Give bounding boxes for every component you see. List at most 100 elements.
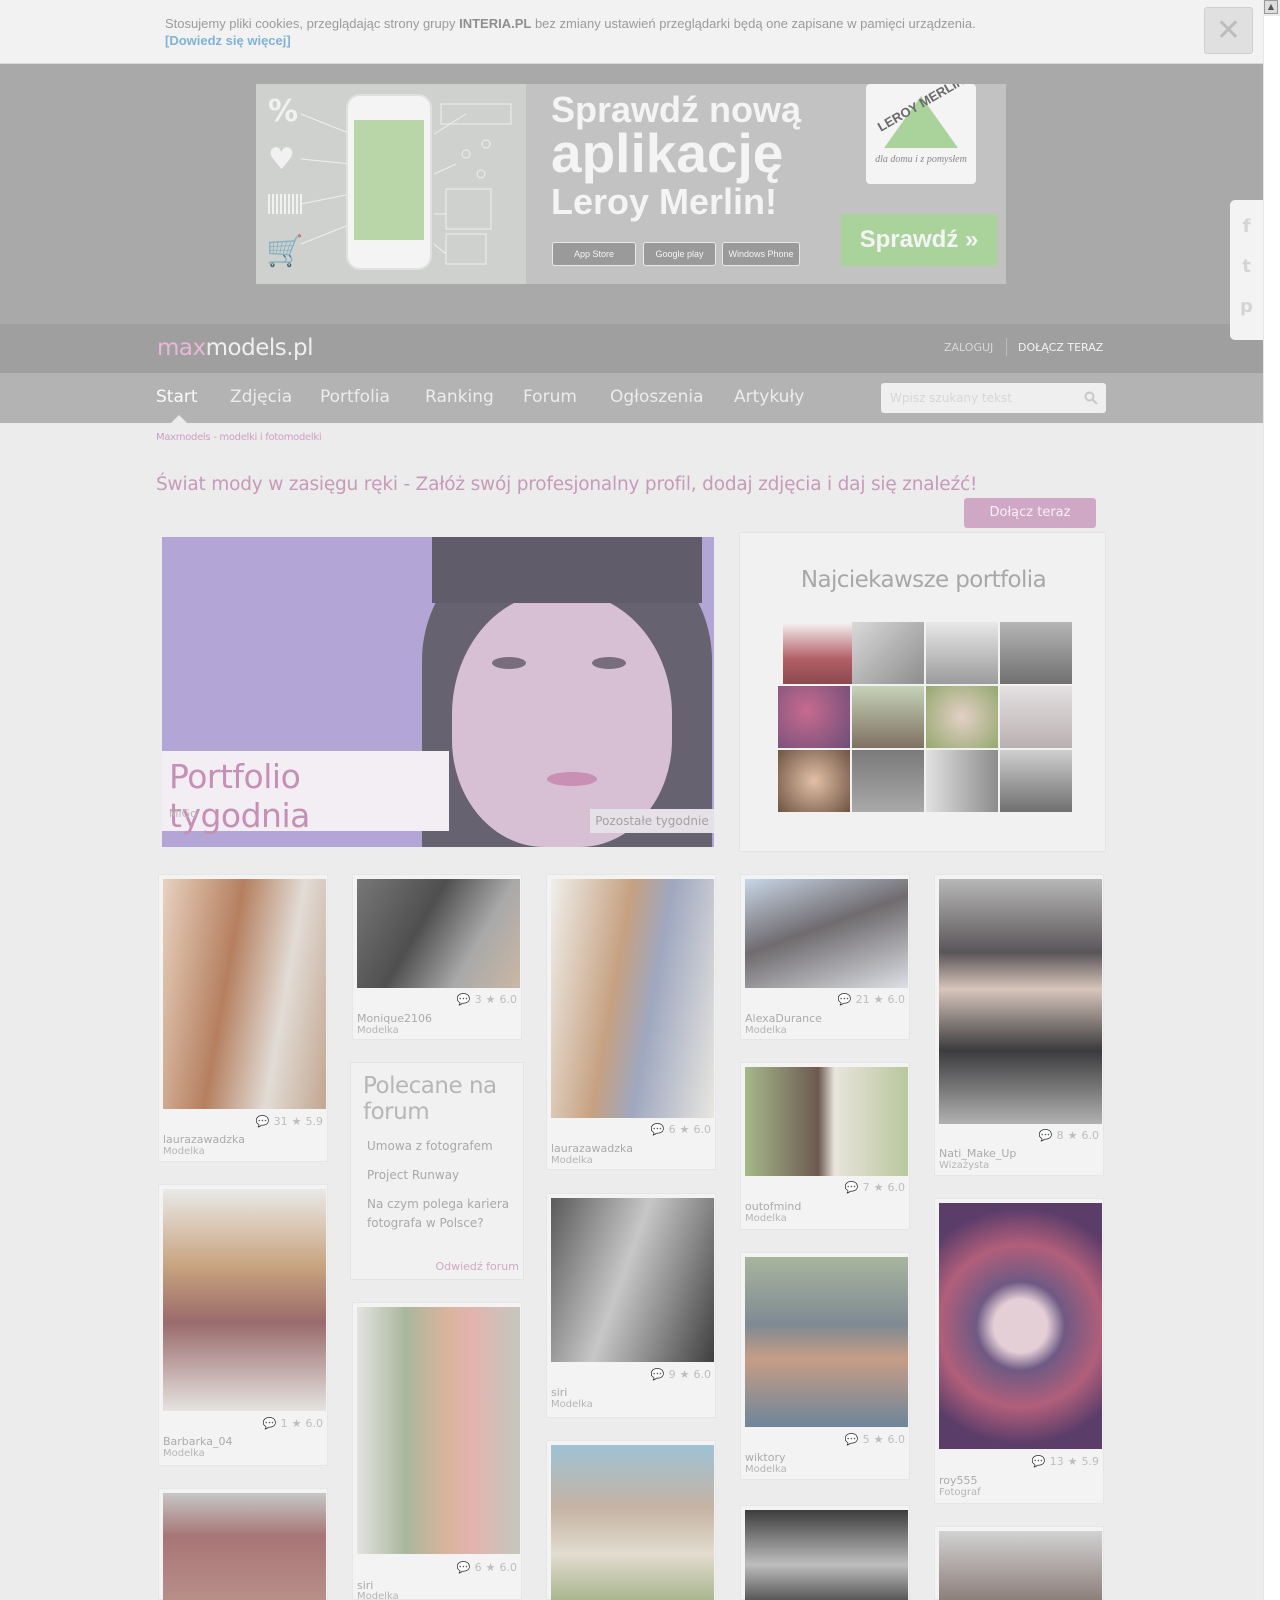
comment-count: 13: [1049, 1455, 1064, 1468]
photo-thumbnail[interactable]: [745, 1067, 908, 1176]
card-role: Modelka: [745, 1213, 787, 1224]
phone-illustration: [346, 94, 432, 270]
nav-item-portfolia[interactable]: Portfolia: [320, 387, 390, 407]
portfolio-thumbnail[interactable]: [926, 686, 998, 748]
card-author[interactable]: AlexaDurance: [745, 1012, 822, 1025]
photo-thumbnail[interactable]: [551, 1445, 714, 1600]
photo-thumbnail[interactable]: [357, 879, 520, 988]
comment-count: 7: [862, 1181, 870, 1194]
comment-count: 31: [273, 1115, 288, 1128]
photo-card[interactable]: 💬 6 ★ 6.0 siri Modelka: [352, 1302, 522, 1600]
photo-thumbnail[interactable]: [357, 1307, 520, 1554]
photo-thumbnail[interactable]: [745, 879, 908, 988]
photo-card[interactable]: 💬 3 ★ 6.0 Monique2106 Modelka: [352, 874, 522, 1040]
other-weeks-button[interactable]: Pozostałe tygodnie: [590, 809, 714, 833]
photo-card[interactable]: 💬 6 ★ 6.0 laurazawadzka Modelka: [546, 874, 716, 1170]
card-author[interactable]: roy555: [939, 1474, 978, 1487]
photo-thumbnail[interactable]: [745, 1510, 908, 1600]
portfolio-thumbnail[interactable]: [926, 622, 998, 684]
photo-thumbnail[interactable]: [939, 879, 1102, 1124]
card-author[interactable]: Monique2106: [357, 1012, 432, 1025]
photo-thumbnail[interactable]: [551, 1198, 714, 1362]
visit-forum-link[interactable]: Odwiedź forum: [435, 1260, 519, 1273]
portfolio-thumbnail[interactable]: [852, 622, 924, 684]
photo-thumbnail[interactable]: [939, 1203, 1102, 1449]
photo-thumbnail[interactable]: [745, 1257, 908, 1427]
facebook-icon[interactable]: f: [1230, 216, 1263, 237]
forum-link[interactable]: Na czym polega kariera fotografa w Polsc…: [367, 1195, 517, 1233]
card-author[interactable]: wiktory: [745, 1451, 786, 1464]
photo-card[interactable]: [546, 1440, 716, 1600]
portfolio-thumbnail[interactable]: [926, 750, 998, 812]
cookie-close-button[interactable]: ✕: [1204, 7, 1253, 54]
nav-item-zdjecia[interactable]: Zdjęcia: [230, 387, 292, 407]
photo-card[interactable]: 💬 21 ★ 6.0 AlexaDurance Modelka: [740, 874, 910, 1040]
photo-thumbnail[interactable]: [939, 1531, 1102, 1600]
windows-phone-badge[interactable]: Windows Phone: [722, 242, 800, 266]
photo-card[interactable]: [158, 1488, 328, 1600]
breadcrumb[interactable]: Maxmodels - modelki i fotomodelki: [156, 432, 322, 443]
photo-stats: 💬 7 ★ 6.0: [841, 1181, 905, 1194]
hero-author[interactable]: MiGo: [169, 807, 197, 820]
card-author[interactable]: Nati_Make_Up: [939, 1147, 1016, 1160]
photo-card[interactable]: 💬 31 ★ 5.9 laurazawadzka Modelka: [158, 874, 328, 1162]
comment-icon: 💬: [456, 993, 471, 1006]
card-author[interactable]: Barbarka_04: [163, 1435, 232, 1448]
card-author[interactable]: outofmind: [745, 1200, 801, 1213]
photo-card[interactable]: 💬 7 ★ 6.0 outofmind Modelka: [740, 1062, 910, 1230]
login-link[interactable]: ZALOGUJ: [944, 341, 993, 354]
nav-item-ogloszenia[interactable]: Ogłoszenia: [610, 387, 704, 407]
photo-thumbnail[interactable]: [163, 879, 326, 1109]
forum-link[interactable]: Project Runway: [367, 1166, 517, 1185]
portfolio-thumbnail[interactable]: [778, 686, 850, 748]
site-logo[interactable]: maxmodels.pl: [157, 335, 314, 361]
card-role: Modelka: [551, 1155, 593, 1166]
card-author[interactable]: siri: [551, 1386, 567, 1399]
search-icon[interactable]: [1084, 391, 1098, 405]
twitter-icon[interactable]: t: [1230, 256, 1263, 277]
portfolio-thumbnail[interactable]: [1000, 622, 1072, 684]
cookie-more-link[interactable]: [Dowiedz się więcej]: [165, 32, 1175, 49]
forum-link[interactable]: Umowa z fotografem: [367, 1137, 517, 1156]
portfolio-thumbnail[interactable]: [783, 622, 855, 684]
photo-card[interactable]: 💬 1 ★ 6.0 Barbarka_04 Modelka: [158, 1184, 328, 1466]
photo-card[interactable]: [740, 1505, 910, 1600]
ad-banner[interactable]: % ♥ 🛒 Sprawdź nową aplikację Leroy Merli…: [256, 84, 1006, 284]
search-input[interactable]: Wpisz szukany tekst: [881, 383, 1106, 413]
nav-item-start[interactable]: Start: [156, 387, 198, 407]
logo-max: max: [157, 335, 206, 361]
nav-item-artykuly[interactable]: Artykuły: [734, 387, 804, 407]
photo-card[interactable]: 💬 5 ★ 6.0 wiktory Modelka: [740, 1252, 910, 1480]
photo-thumbnail[interactable]: [163, 1493, 326, 1600]
card-author[interactable]: laurazawadzka: [551, 1142, 633, 1155]
ad-cta-button[interactable]: Sprawdź »: [841, 214, 997, 266]
portfolio-thumbnail[interactable]: [1000, 686, 1072, 748]
portfolio-thumbnail[interactable]: [852, 750, 924, 812]
card-author[interactable]: laurazawadzka: [163, 1133, 245, 1146]
google-play-badge[interactable]: Google play: [643, 242, 716, 266]
pinterest-icon[interactable]: p: [1230, 296, 1263, 317]
join-now-button[interactable]: Dołącz teraz: [964, 498, 1096, 528]
comment-icon: 💬: [262, 1417, 277, 1430]
rating-value: 6.0: [305, 1417, 324, 1430]
nav-item-ranking[interactable]: Ranking: [425, 387, 494, 407]
portfolio-of-week[interactable]: Portfolio tygodnia MiGo Pozostałe tygodn…: [162, 537, 714, 847]
portfolio-thumbnail[interactable]: [1000, 750, 1072, 812]
comment-count: 6: [668, 1123, 676, 1136]
scroll-up-arrow-icon[interactable]: ▲: [1264, 0, 1278, 14]
app-store-badge[interactable]: App Store: [552, 242, 636, 266]
photo-card[interactable]: 💬 13 ★ 5.9 roy555 Fotograf: [934, 1198, 1104, 1504]
photo-card[interactable]: [934, 1526, 1104, 1600]
cookie-text-before: Stosujemy pliki cookies, przeglądając st…: [165, 16, 460, 31]
nav-item-forum[interactable]: Forum: [523, 387, 577, 407]
photo-card[interactable]: 💬 9 ★ 6.0 siri Modelka: [546, 1193, 716, 1418]
vertical-scrollbar[interactable]: [1263, 16, 1280, 1600]
photo-thumbnail[interactable]: [551, 879, 714, 1118]
header-divider: [1006, 338, 1007, 356]
portfolio-thumbnail[interactable]: [778, 750, 850, 812]
portfolio-thumbnail[interactable]: [852, 686, 924, 748]
comment-icon: 💬: [1038, 1129, 1053, 1142]
join-link[interactable]: DOŁĄCZ TERAZ: [1018, 341, 1103, 354]
photo-card[interactable]: 💬 8 ★ 6.0 Nati_Make_Up Wizażysta: [934, 874, 1104, 1176]
photo-thumbnail[interactable]: [163, 1189, 326, 1411]
